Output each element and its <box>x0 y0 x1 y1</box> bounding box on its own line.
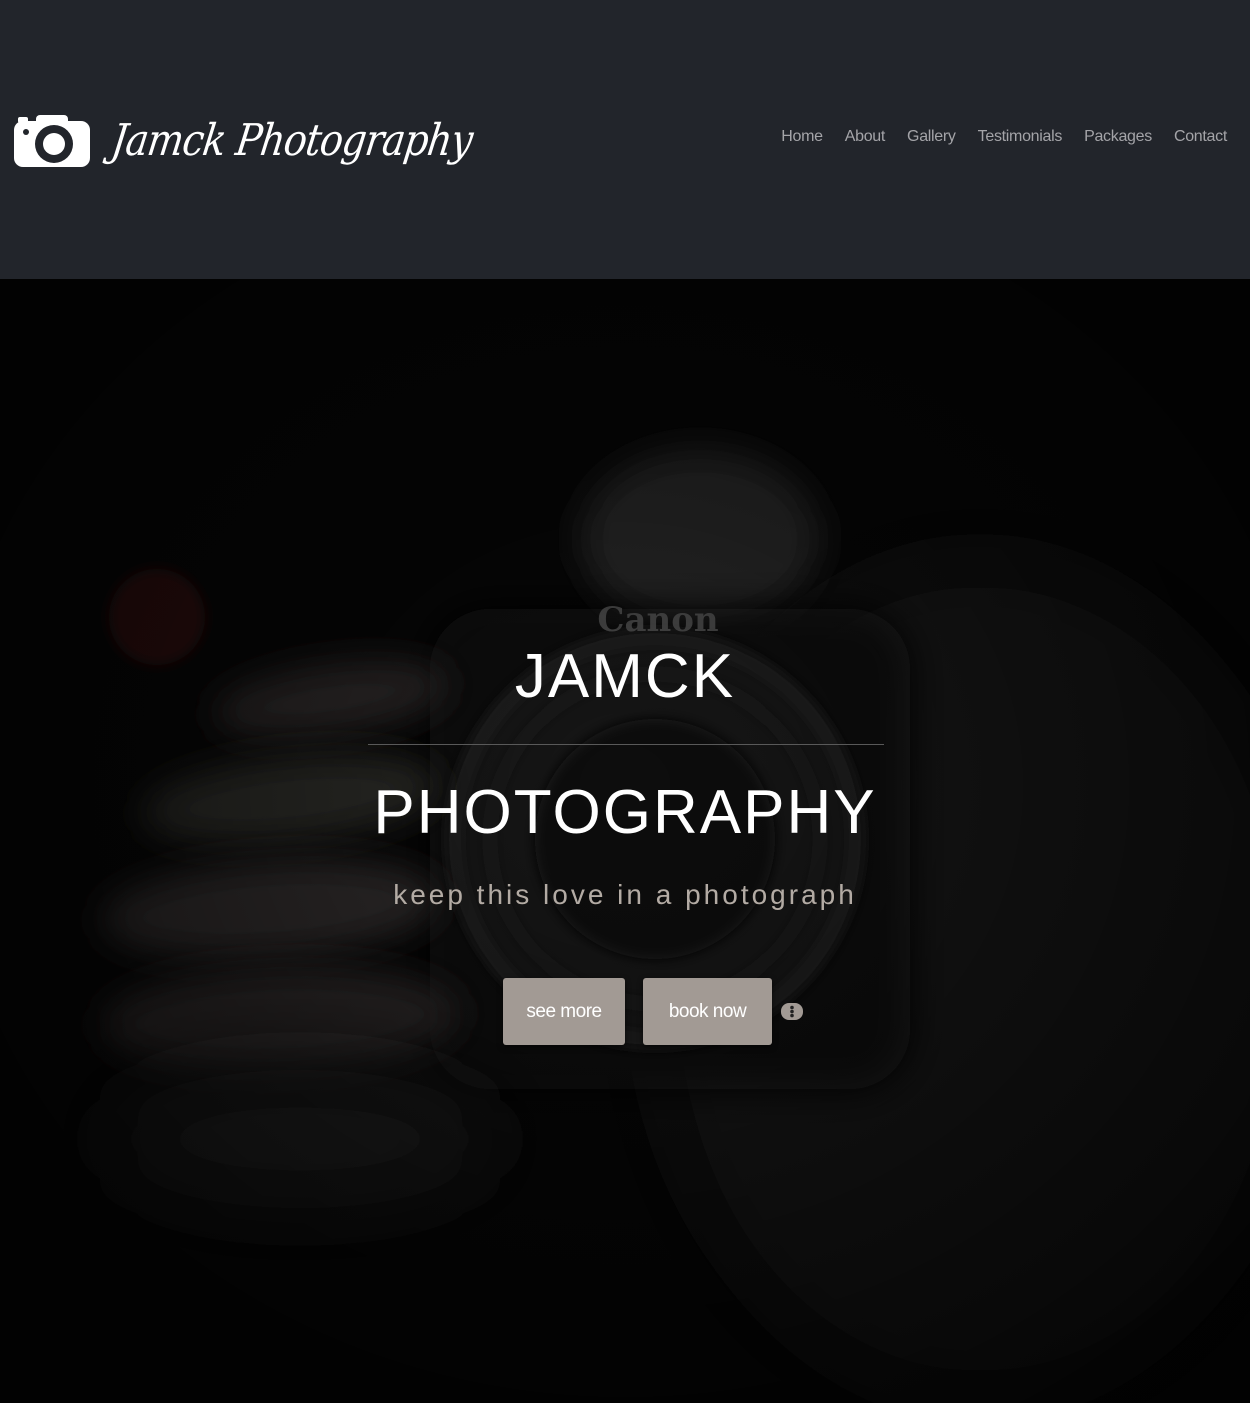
main-nav: Home About Gallery Testimonials Packages… <box>759 128 1227 146</box>
hero-tagline: keep this love in a photograph <box>393 879 857 910</box>
site-header: Jamck Photography Home About Gallery Tes… <box>0 0 1250 279</box>
nav-gallery[interactable]: Gallery <box>907 128 956 146</box>
brand-name: Jamck Photography <box>108 114 476 166</box>
hero-title-line2: PHOTOGRAPHY <box>373 778 877 847</box>
camera-icon <box>14 115 90 167</box>
hero-section: Canon JAMCK PHOTOGRAPHY keep this love i… <box>0 279 1250 1403</box>
book-now-button[interactable]: book now <box>643 978 772 1045</box>
title-divider <box>368 744 884 745</box>
see-more-button[interactable]: see more <box>503 978 625 1045</box>
nav-contact[interactable]: Contact <box>1174 128 1227 146</box>
nav-testimonials[interactable]: Testimonials <box>978 128 1063 146</box>
nav-home[interactable]: Home <box>781 128 823 146</box>
nav-about[interactable]: About <box>845 128 886 146</box>
nav-packages[interactable]: Packages <box>1084 128 1152 146</box>
hero-title-line1: JAMCK <box>514 642 736 711</box>
logo[interactable]: Jamck Photography <box>14 108 476 172</box>
more-options-icon[interactable] <box>781 1003 803 1020</box>
